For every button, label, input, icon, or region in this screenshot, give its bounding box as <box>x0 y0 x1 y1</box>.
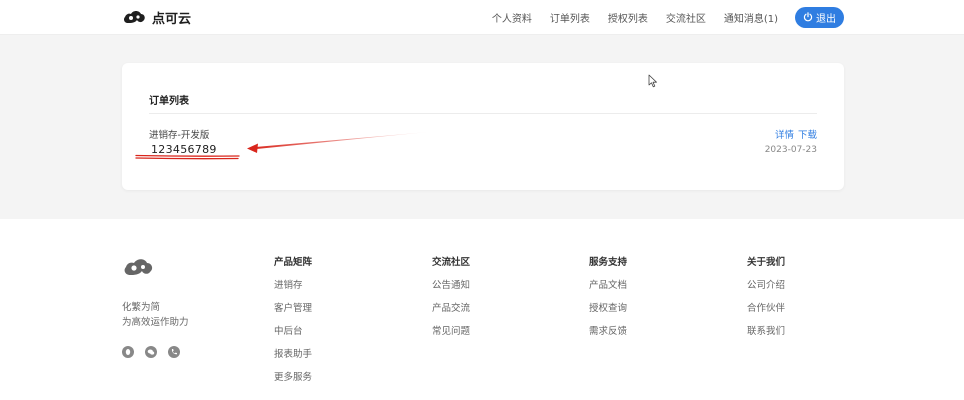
footer-link[interactable]: 产品文档 <box>589 280 627 291</box>
brand-name: 点可云 <box>152 11 192 27</box>
brand-logo[interactable]: 点可云 <box>122 6 191 28</box>
footer-link[interactable]: 中后台 <box>274 326 312 337</box>
social-links <box>122 346 180 358</box>
nav-orders[interactable]: 订单列表 <box>550 10 590 25</box>
footer-slogan-line2: 为高效运作助力 <box>122 317 189 328</box>
footer-column-community: 交流社区 公告通知 产品交流 常见问题 <box>432 257 470 349</box>
footer-column-title: 产品矩阵 <box>274 257 313 268</box>
footer-link[interactable]: 产品交流 <box>432 303 470 314</box>
order-product-name: 进销存-开发版 <box>149 130 210 141</box>
top-header: 点可云 个人资料 订单列表 授权列表 交流社区 通知消息(1) 退出 <box>0 0 964 35</box>
phone-icon[interactable] <box>168 346 180 358</box>
footer-column-title: 交流社区 <box>432 257 471 268</box>
footer-link[interactable]: 合作伙伴 <box>747 303 785 314</box>
order-actions: 详情 下载 <box>775 127 817 141</box>
footer-link[interactable]: 需求反馈 <box>589 326 627 337</box>
card-title: 订单列表 <box>149 96 189 107</box>
qq-icon[interactable] <box>122 346 134 358</box>
power-icon <box>803 12 813 22</box>
order-list-card: 订单列表 进销存-开发版 123456789 详情 下载 2023-07-23 <box>122 63 844 190</box>
nav-profile[interactable]: 个人资料 <box>492 10 532 25</box>
footer-link[interactable]: 公告通知 <box>432 280 470 291</box>
footer-link[interactable]: 进销存 <box>274 280 312 291</box>
footer-column-about: 关于我们 公司介绍 合作伙伴 联系我们 <box>747 257 785 349</box>
order-detail-link[interactable]: 详情 <box>775 127 794 141</box>
footer-link[interactable]: 报表助手 <box>274 349 312 360</box>
nav-community[interactable]: 交流社区 <box>666 10 706 25</box>
footer-link[interactable]: 更多服务 <box>274 372 312 383</box>
footer-column-title: 服务支持 <box>589 257 628 268</box>
logout-label: 退出 <box>816 13 836 25</box>
wechat-icon[interactable] <box>145 346 157 358</box>
cloud-logo-icon <box>124 11 145 23</box>
footer-cloud-logo-icon <box>124 259 153 275</box>
nav-notifications[interactable]: 通知消息(1) <box>724 10 778 25</box>
logout-button[interactable]: 退出 <box>795 6 844 28</box>
mouse-cursor-icon <box>648 74 657 88</box>
footer: 化繁为简 为高效运作助力 产品矩阵 进销存 客户管理 中后台 报表助手 更多服务… <box>0 219 964 400</box>
main-content: 订单列表 进销存-开发版 123456789 详情 下载 2023-07-23 <box>0 35 964 219</box>
order-download-link[interactable]: 下载 <box>798 127 817 141</box>
top-nav: 个人资料 订单列表 授权列表 交流社区 通知消息(1) 退出 <box>492 0 964 34</box>
footer-slogan-line1: 化繁为简 <box>122 302 161 313</box>
footer-link[interactable]: 联系我们 <box>747 326 785 337</box>
footer-link[interactable]: 常见问题 <box>432 326 470 337</box>
footer-column-products: 产品矩阵 进销存 客户管理 中后台 报表助手 更多服务 <box>274 257 312 395</box>
footer-link[interactable]: 授权查询 <box>589 303 627 314</box>
divider <box>149 113 817 114</box>
footer-column-title: 关于我们 <box>747 257 786 268</box>
order-number: 123456789 <box>151 143 217 156</box>
footer-column-support: 服务支持 产品文档 授权查询 需求反馈 <box>589 257 627 349</box>
footer-link[interactable]: 公司介绍 <box>747 280 785 291</box>
nav-licenses[interactable]: 授权列表 <box>608 10 648 25</box>
footer-link[interactable]: 客户管理 <box>274 303 312 314</box>
order-date: 2023-07-23 <box>764 145 817 155</box>
